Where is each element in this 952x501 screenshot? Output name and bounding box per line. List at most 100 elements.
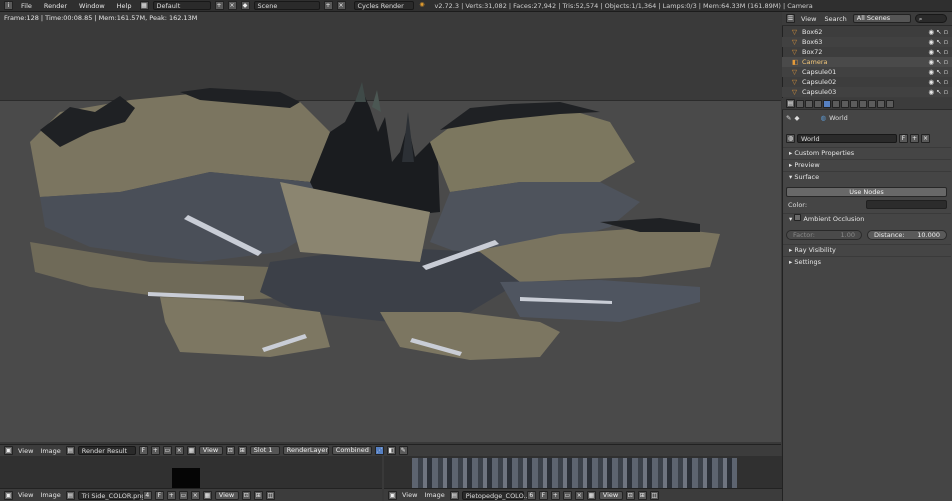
- menu-view[interactable]: View: [400, 491, 419, 499]
- outliner-row[interactable]: ▽ Capsule03 ◉ ↖ ▫: [782, 87, 952, 97]
- outliner-row[interactable]: ◧ Camera ◉ ↖ ▫: [782, 57, 952, 67]
- alpha-icon[interactable]: ◧: [386, 446, 396, 455]
- image-editor-type-icon[interactable]: ▣: [4, 490, 13, 500]
- pivot-icon[interactable]: ⊡: [625, 490, 635, 500]
- properties-type-icon[interactable]: ▤: [786, 99, 795, 108]
- render-engine-select[interactable]: Cycles Render: [353, 1, 414, 10]
- menu-image[interactable]: Image: [38, 447, 62, 455]
- image-editor-type-icon[interactable]: ▣: [388, 490, 397, 500]
- browse-image-icon[interactable]: ▤: [65, 490, 75, 500]
- use-nodes-button[interactable]: Use Nodes: [786, 187, 947, 197]
- image-name-field[interactable]: Render Result: [77, 446, 136, 455]
- view-dropdown[interactable]: View: [598, 490, 623, 500]
- slot-dropdown[interactable]: Slot 1: [249, 446, 280, 455]
- scene-icon[interactable]: ◆: [240, 1, 250, 10]
- visibility-icons[interactable]: ◉ ↖ ▫: [928, 58, 952, 66]
- ao-checkbox[interactable]: [794, 214, 802, 221]
- menu-help[interactable]: Help: [113, 2, 136, 10]
- unlink-image-icon[interactable]: ×: [174, 446, 184, 455]
- view-dropdown[interactable]: View: [214, 490, 239, 500]
- snap-icon[interactable]: ⊞: [237, 446, 247, 455]
- outliner-menu-search[interactable]: Search: [822, 15, 848, 23]
- new-image-icon[interactable]: +: [166, 490, 176, 500]
- pivot-icon[interactable]: ⊡: [225, 446, 235, 455]
- image-name-field[interactable]: Pietopedge_COLO...: [461, 490, 530, 500]
- open-image-icon[interactable]: ▭: [178, 490, 188, 500]
- new-image-icon[interactable]: +: [550, 490, 560, 500]
- browse-image-icon[interactable]: ▤: [449, 490, 459, 500]
- particles-tab-icon[interactable]: [877, 99, 885, 108]
- ao-factor-field[interactable]: Factor: 1.00: [786, 230, 862, 240]
- outliner-row[interactable]: ▽ Box72 ◉ ↖ ▫: [782, 47, 952, 57]
- texture-tab-icon[interactable]: [868, 99, 876, 108]
- screen-layout-icon[interactable]: ▦: [139, 1, 149, 10]
- menu-render[interactable]: Render: [40, 2, 71, 10]
- outliner-search-input[interactable]: ⌕: [914, 14, 947, 23]
- render-tab-icon[interactable]: [796, 99, 804, 108]
- image-name-field[interactable]: Tri Side_COLOR.png: [77, 490, 146, 500]
- panel-settings[interactable]: ▸ Settings: [783, 256, 951, 267]
- panel-surface[interactable]: ▾ Surface: [783, 171, 951, 182]
- render-pass-dropdown[interactable]: Combined: [331, 446, 372, 455]
- visibility-icons[interactable]: ◉ ↖ ▫: [928, 68, 952, 76]
- pin-icon[interactable]: ✎: [786, 114, 791, 122]
- constraints-tab-icon[interactable]: [841, 99, 849, 108]
- add-scene-icon[interactable]: +: [323, 1, 333, 10]
- fake-user-button[interactable]: F: [154, 490, 164, 500]
- image-editor-type-icon[interactable]: ▣: [4, 446, 13, 455]
- remove-scene-icon[interactable]: ×: [336, 1, 346, 10]
- outliner-menu-view[interactable]: View: [799, 15, 818, 23]
- render-viewport[interactable]: Frame:128 | Time:00:08.85 | Mem:161.57M,…: [0, 12, 781, 442]
- uv-sync-icon[interactable]: ◫: [265, 490, 275, 500]
- panel-custom-properties[interactable]: ▸ Custom Properties: [783, 147, 951, 158]
- physics-tab-icon[interactable]: [886, 99, 894, 108]
- outliner-row[interactable]: ▽ Box62 ◉ ↖ ▫: [782, 27, 952, 37]
- ao-distance-field[interactable]: Distance: 10.000: [867, 230, 947, 240]
- snap-icon[interactable]: ⊞: [637, 490, 647, 500]
- fake-user-button[interactable]: F: [899, 134, 908, 143]
- world-color-swatch[interactable]: [866, 200, 947, 209]
- fake-user-button[interactable]: F: [138, 446, 148, 455]
- material-tab-icon[interactable]: [859, 99, 867, 108]
- editor-type-icon[interactable]: i: [4, 1, 13, 10]
- fake-user-button[interactable]: F: [538, 490, 548, 500]
- display-mode-icon[interactable]: ▦: [186, 446, 196, 455]
- object-tab-icon[interactable]: [832, 99, 840, 108]
- unlink-image-icon[interactable]: ×: [574, 490, 584, 500]
- world-browse-icon[interactable]: ◍: [786, 134, 795, 143]
- panel-preview[interactable]: ▸ Preview: [783, 159, 951, 170]
- render-layers-tab-icon[interactable]: [805, 99, 813, 108]
- visibility-icons[interactable]: ◉ ↖ ▫: [928, 78, 952, 86]
- menu-window[interactable]: Window: [75, 2, 109, 10]
- uv-sync-icon[interactable]: ◫: [649, 490, 659, 500]
- world-tab-icon[interactable]: [823, 99, 831, 108]
- draw-channels-icon[interactable]: ⋰: [374, 446, 384, 455]
- outliner-type-icon[interactable]: ☰: [786, 14, 795, 23]
- browse-image-icon[interactable]: ▤: [65, 446, 75, 455]
- unlink-image-icon[interactable]: ×: [190, 490, 200, 500]
- unlink-world-icon[interactable]: ×: [921, 134, 930, 143]
- menu-image[interactable]: Image: [422, 491, 446, 499]
- new-image-icon[interactable]: +: [150, 446, 160, 455]
- pivot-icon[interactable]: ⊡: [241, 490, 251, 500]
- outliner-row[interactable]: ▽ Capsule01 ◉ ↖ ▫: [782, 67, 952, 77]
- panel-ambient-occlusion[interactable]: ▾ Ambient Occlusion: [783, 213, 951, 224]
- display-mode-icon[interactable]: ▦: [586, 490, 596, 500]
- pin-icon[interactable]: ✎: [398, 446, 408, 455]
- display-mode-icon[interactable]: ▦: [202, 490, 212, 500]
- outliner-row[interactable]: ▽ Box63 ◉ ↖ ▫: [782, 37, 952, 47]
- world-name-field[interactable]: World: [797, 134, 897, 143]
- render-layer-dropdown[interactable]: RenderLayer: [282, 446, 329, 455]
- menu-view[interactable]: View: [16, 491, 35, 499]
- snap-icon[interactable]: ⊞: [253, 490, 263, 500]
- display-mode-dropdown[interactable]: All Scenes: [852, 14, 911, 23]
- visibility-icons[interactable]: ◉ ↖ ▫: [928, 28, 952, 36]
- add-world-icon[interactable]: +: [910, 134, 919, 143]
- data-tab-icon[interactable]: [850, 99, 858, 108]
- open-image-icon[interactable]: ▭: [162, 446, 172, 455]
- screen-layout-select[interactable]: Default: [152, 1, 211, 10]
- visibility-icons[interactable]: ◉ ↖ ▫: [928, 48, 952, 56]
- scene-tab-icon[interactable]: [814, 99, 822, 108]
- menu-view[interactable]: View: [16, 447, 35, 455]
- outliner-row[interactable]: ▽ Capsule02 ◉ ↖ ▫: [782, 77, 952, 87]
